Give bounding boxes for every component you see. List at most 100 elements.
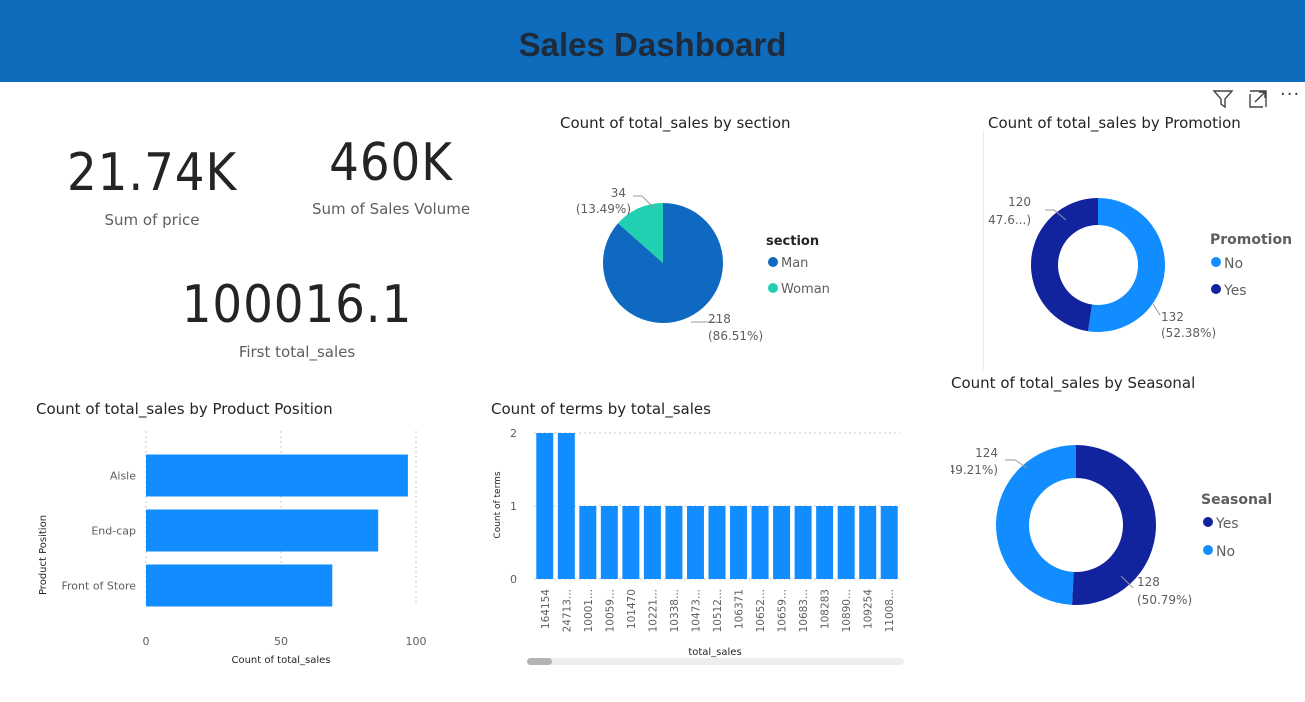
woman-data-label: 34 [611, 186, 626, 200]
x-tick-label: 10059... [604, 589, 616, 632]
x-tick-label: 10473... [690, 589, 702, 632]
x-tick-label: 101470 [626, 589, 638, 629]
bar-10338...[interactable] [665, 506, 683, 579]
bar-10890...[interactable] [837, 506, 855, 579]
legend-label-woman[interactable]: Woman [781, 282, 830, 297]
yes-data-label: 120 [1008, 195, 1031, 209]
man-pct-label: (86.51%) [708, 329, 763, 343]
x-tick-label: 0 [143, 635, 150, 648]
bar-164154[interactable] [536, 433, 554, 579]
y-tick-label: 2 [510, 427, 517, 440]
legend-label-yes[interactable]: Yes [1215, 516, 1239, 532]
no-data-label: 132 [1161, 310, 1184, 324]
bar-end-cap[interactable] [146, 509, 379, 552]
terms-bar-chart: Count of terms total_sales 0 1 2 164154 2471… [493, 427, 904, 665]
section-pie-chart: 34 (13.49%) 218 (86.51%) section Man Wom… [576, 186, 830, 343]
man-data-label: 218 [708, 312, 731, 326]
x-tick-label: 10512... [712, 589, 724, 632]
x-tick-label: 100 [406, 635, 427, 648]
donut-slice-no[interactable] [1088, 198, 1165, 332]
horizontal-scrollbar-thumb[interactable] [527, 658, 552, 665]
more-options-icon[interactable]: ··· [1280, 84, 1302, 106]
bar-10659...[interactable] [773, 506, 791, 579]
y-tick-label: 0 [510, 573, 517, 586]
terms-chart-title: Count of terms by total_sales [491, 400, 711, 418]
seasonal-chart-title: Count of total_sales by Seasonal [951, 374, 1196, 392]
yes-pct-label: (50.79%) [1137, 593, 1192, 607]
y-tick-label: 1 [510, 500, 517, 513]
visual-toolbar: ··· [1212, 84, 1302, 110]
bar-24713...[interactable] [557, 433, 575, 579]
bar-11008...[interactable] [880, 506, 898, 579]
horizontal-scrollbar-track[interactable] [527, 658, 904, 665]
bar-10512...[interactable] [708, 506, 726, 579]
promotion-donut-chart: 120 (47.6...) 132 (52.38%) Promotion No … [988, 195, 1292, 340]
kpi-label-price: Sum of price [104, 211, 200, 229]
x-tick-label: 164154 [540, 589, 552, 629]
filter-icon[interactable] [1212, 88, 1234, 110]
kpi-label-first-total-sales: First total_sales [238, 343, 356, 361]
terms-y-axis-title: Count of terms [493, 471, 503, 538]
bar-10652...[interactable] [751, 506, 769, 579]
x-tick-label: 10338... [669, 589, 681, 632]
legend-label-yes[interactable]: Yes [1223, 283, 1247, 299]
promotion-chart-title: Count of total_sales by Promotion [988, 114, 1241, 132]
x-tick-label: 10652... [755, 589, 767, 632]
seasonal-legend-title: Seasonal [1201, 492, 1272, 508]
legend-marker-yes [1203, 517, 1213, 527]
bar-10221...[interactable] [643, 506, 661, 579]
bar-10001...[interactable] [579, 506, 597, 579]
y-tick-label: End-cap [91, 525, 136, 538]
section-chart-title: Count of total_sales by section [560, 114, 791, 132]
x-tick-label: 10001... [583, 589, 595, 632]
product-position-bar-chart: Product Position Count of total_sales 0 5… [38, 431, 427, 666]
legend-label-no[interactable]: No [1216, 544, 1235, 560]
focus-mode-icon[interactable] [1247, 88, 1269, 110]
terms-x-axis-title: total_sales [688, 647, 741, 658]
bar-10473...[interactable] [686, 506, 704, 579]
bar-106371[interactable] [730, 506, 748, 579]
yes-data-label: 128 [1137, 575, 1160, 589]
legend-label-man[interactable]: Man [781, 256, 808, 271]
x-tick-label: 10659... [777, 589, 789, 632]
section-legend-title: section [766, 234, 819, 249]
donut-slice-yes[interactable] [1031, 198, 1098, 332]
bar-101470[interactable] [622, 506, 640, 579]
x-tick-label: 108283 [820, 589, 832, 629]
no-pct-label: (49.21%) [951, 463, 998, 477]
woman-pct-label: (13.49%) [576, 202, 631, 216]
legend-marker-yes [1211, 284, 1221, 294]
x-tick-label: 10890... [841, 589, 853, 632]
x-tick-label: 109254 [863, 589, 875, 629]
x-tick-label: 50 [274, 635, 288, 648]
no-data-label: 124 [975, 446, 998, 460]
legend-marker-man [768, 257, 778, 267]
bar-108283[interactable] [816, 506, 834, 579]
promotion-legend-title: Promotion [1210, 232, 1292, 248]
bar-10683...[interactable] [794, 506, 812, 579]
donut-slice-no[interactable] [995, 445, 1076, 605]
y-tick-label: Aisle [110, 470, 136, 483]
x-tick-label: 10221... [647, 589, 659, 632]
x-tick-label: 10683... [798, 589, 810, 632]
product-position-x-axis-title: Count of total_sales [231, 655, 330, 666]
bar-10059...[interactable] [600, 506, 618, 579]
product-position-y-axis-title: Product Position [38, 515, 49, 595]
yes-pct-label: (47.6...) [988, 213, 1031, 227]
y-tick-label: Front of Store [62, 580, 137, 593]
x-tick-label: 11008... [884, 589, 896, 632]
x-tick-label: 24713... [561, 589, 573, 632]
x-tick-label: 106371 [734, 589, 746, 629]
bar-front-of-store[interactable] [146, 564, 333, 607]
legend-marker-no [1211, 257, 1221, 267]
kpi-value-first-total-sales: 100016.1 [181, 275, 413, 335]
legend-marker-no [1203, 545, 1213, 555]
product-position-chart-title: Count of total_sales by Product Position [36, 400, 333, 418]
no-pct-label: (52.38%) [1161, 326, 1216, 340]
section-divider [983, 130, 984, 370]
dashboard-title: Sales Dashboard [518, 26, 787, 63]
header-bar: Sales Dashboard [0, 0, 1305, 82]
legend-label-no[interactable]: No [1224, 256, 1243, 272]
bar-aisle[interactable] [146, 454, 408, 497]
bar-109254[interactable] [859, 506, 877, 579]
